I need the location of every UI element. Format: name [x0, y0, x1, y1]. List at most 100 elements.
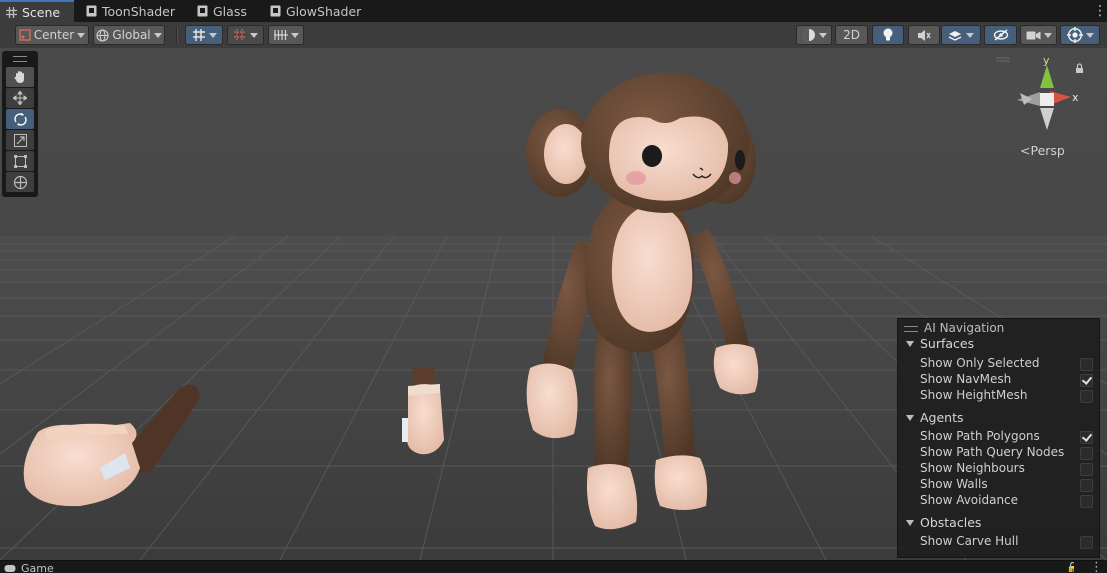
show-heightmesh-checkbox[interactable] — [1080, 390, 1093, 403]
pivot-mode-dropdown[interactable]: Center — [15, 25, 89, 45]
gamepad-icon — [4, 565, 16, 572]
more-vertical-icon[interactable]: ⋮ — [1093, 3, 1107, 19]
tab-glass[interactable]: Glass — [191, 0, 253, 22]
tab-label: GlowShader — [286, 3, 362, 19]
show-walls-checkbox[interactable] — [1080, 479, 1093, 492]
rotate-arrows-icon — [13, 112, 27, 126]
hand-icon — [14, 71, 24, 83]
ai-navigation-overlay: AI Navigation Surfaces Show Only Selecte… — [897, 318, 1100, 558]
chevron-down-icon — [818, 32, 827, 38]
gizmo-y-label: y — [1043, 54, 1050, 67]
chevron-down-icon — [1085, 32, 1094, 38]
chevron-down-icon — [153, 32, 162, 38]
option-label: Show Path Polygons — [920, 429, 1040, 443]
foldout-arrow-icon[interactable] — [906, 415, 914, 421]
grid-visibility-button[interactable] — [268, 25, 304, 45]
overlay-drag-handle[interactable] — [13, 56, 27, 62]
pivot-rotation-dropdown[interactable]: Global — [93, 25, 165, 45]
tab-scene[interactable]: Scene — [0, 0, 74, 22]
rect-tool-button[interactable] — [6, 151, 34, 171]
transform-tool-button[interactable] — [6, 172, 34, 192]
chevron-down-icon — [290, 32, 299, 38]
gizmo-center-cube[interactable] — [1040, 93, 1054, 106]
show-path-polygons-checkbox[interactable] — [1080, 431, 1093, 444]
scale-tool-button[interactable] — [6, 130, 34, 150]
hand-tool-button[interactable] — [6, 67, 34, 87]
toggle-2d-button[interactable]: 2D — [835, 25, 868, 45]
toggle-2d-label: 2D — [843, 28, 860, 42]
projection-label: Persp — [1030, 143, 1065, 158]
increment-snap-icon — [234, 29, 246, 41]
option-label: Show Only Selected — [920, 356, 1040, 370]
hidden-objects-toggle[interactable] — [984, 25, 1017, 45]
shader-icon — [86, 5, 97, 17]
scale-icon — [13, 133, 27, 147]
move-tool-button[interactable] — [6, 88, 34, 108]
lock-icon[interactable]: 🔒 — [1066, 562, 1074, 572]
section-header-agents[interactable]: Agents — [920, 410, 964, 425]
scene-toolbar: Center Global 2D — [0, 22, 1107, 49]
chevron-down-icon — [77, 32, 86, 38]
increment-snap-button[interactable] — [227, 25, 264, 45]
lighting-toggle-button[interactable] — [872, 25, 904, 45]
camera-icon — [1026, 31, 1040, 39]
draw-mode-dropdown[interactable] — [796, 25, 832, 45]
overlay-title: AI Navigation — [924, 321, 1005, 335]
option-label: Show Walls — [920, 477, 988, 491]
section-header-surfaces[interactable]: Surfaces — [920, 336, 974, 351]
grid-snapping-button[interactable] — [185, 25, 223, 45]
tab-glowshader[interactable]: GlowShader — [264, 0, 367, 22]
eye-slash-icon — [993, 29, 1008, 41]
tools-overlay — [2, 51, 38, 197]
more-vertical-icon[interactable]: ⋮ — [1090, 561, 1098, 572]
option-label: Show Neighbours — [920, 461, 1025, 475]
option-label: Show HeightMesh — [920, 388, 1028, 402]
show-neighbours-checkbox[interactable] — [1080, 463, 1093, 476]
transform-icon — [13, 175, 27, 189]
tab-toonshader[interactable]: ToonShader — [80, 0, 181, 22]
show-path-query-nodes-checkbox[interactable] — [1080, 447, 1093, 460]
effects-dropdown[interactable] — [941, 25, 981, 45]
foldout-arrow-icon[interactable] — [906, 520, 914, 526]
show-only-selected-checkbox[interactable] — [1080, 358, 1093, 371]
pivot-mode-label: Center — [33, 28, 75, 42]
overlay-drag-handle[interactable] — [904, 326, 918, 332]
chevron-down-icon — [1043, 32, 1052, 38]
globe-icon — [96, 28, 109, 42]
grid-icon — [6, 6, 17, 18]
show-navmesh-checkbox[interactable] — [1080, 374, 1093, 387]
camera-settings-dropdown[interactable] — [1020, 25, 1057, 45]
option-label: Show Path Query Nodes — [920, 445, 1065, 459]
audio-toggle-button[interactable] — [908, 25, 940, 45]
pivot-center-icon — [19, 29, 31, 41]
shader-icon — [197, 5, 208, 17]
show-avoidance-checkbox[interactable] — [1080, 495, 1093, 508]
rect-transform-icon — [13, 154, 27, 168]
rotate-tool-button[interactable] — [6, 109, 34, 129]
chevron-down-icon — [250, 32, 258, 38]
gizmo-x-label: x — [1072, 91, 1079, 104]
tab-label: Scene — [22, 4, 61, 20]
lightbulb-icon — [883, 28, 893, 41]
tab-label: ToonShader — [102, 3, 176, 19]
pivot-rotation-label: Global — [112, 28, 151, 42]
tab-bar: Scene ToonShader Glass GlowShader ⋮ — [0, 0, 1107, 23]
gizmo-globe-icon — [1066, 27, 1083, 43]
shader-icon — [270, 5, 281, 17]
option-label: Show Avoidance — [920, 493, 1019, 507]
audio-muted-icon — [918, 29, 931, 41]
grid-snap-icon — [192, 29, 205, 41]
gizmos-dropdown[interactable] — [1060, 25, 1100, 45]
toolbar-divider — [176, 27, 178, 43]
grid-lines-icon — [273, 30, 288, 40]
move-arrows-icon — [13, 91, 27, 105]
projection-toggle[interactable]: <Persp — [1020, 143, 1065, 158]
foldout-arrow-icon[interactable] — [906, 341, 914, 347]
option-label: Show NavMesh — [920, 372, 1012, 386]
section-header-obstacles[interactable]: Obstacles — [920, 515, 981, 530]
tab-game[interactable]: Game — [4, 562, 54, 572]
show-carve-hull-checkbox[interactable] — [1080, 536, 1093, 549]
shading-sphere-icon — [802, 29, 815, 41]
bottom-tab-bar — [0, 560, 1107, 573]
chevron-down-icon — [208, 32, 217, 38]
